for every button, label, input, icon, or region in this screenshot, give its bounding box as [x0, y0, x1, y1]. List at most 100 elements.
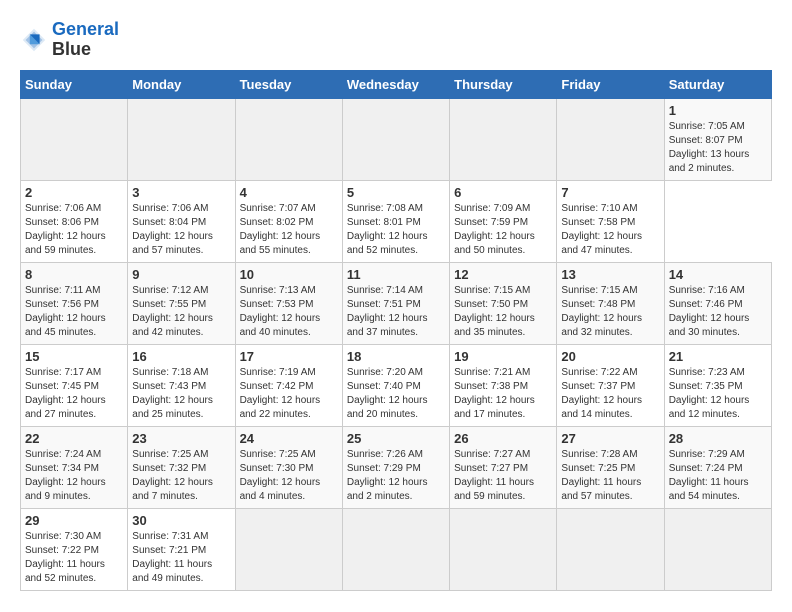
calendar-cell: 23 Sunrise: 7:25 AMSunset: 7:32 PMDayligh…	[128, 426, 235, 508]
day-number: 17	[240, 349, 338, 364]
day-number: 29	[25, 513, 123, 528]
day-number: 30	[132, 513, 230, 528]
calendar-cell: 5 Sunrise: 7:08 AMSunset: 8:01 PMDaylight…	[342, 180, 449, 262]
calendar-cell: 12 Sunrise: 7:15 AMSunset: 7:50 PMDayligh…	[450, 262, 557, 344]
calendar-cell: 10 Sunrise: 7:13 AMSunset: 7:53 PMDayligh…	[235, 262, 342, 344]
column-header-thursday: Thursday	[450, 70, 557, 98]
day-info: Sunrise: 7:19 AMSunset: 7:42 PMDaylight:…	[240, 366, 338, 422]
day-info: Sunrise: 7:31 AMSunset: 7:21 PMDaylight:…	[132, 530, 230, 586]
day-info: Sunrise: 7:12 AMSunset: 7:55 PMDaylight:…	[132, 284, 230, 340]
calendar-cell: 2 Sunrise: 7:06 AMSunset: 8:06 PMDaylight…	[21, 180, 128, 262]
day-number: 16	[132, 349, 230, 364]
calendar-cell	[450, 508, 557, 590]
calendar-cell	[557, 508, 664, 590]
calendar-cell: 30 Sunrise: 7:31 AMSunset: 7:21 PMDayligh…	[128, 508, 235, 590]
day-info: Sunrise: 7:23 AMSunset: 7:35 PMDaylight:…	[669, 366, 767, 422]
day-number: 15	[25, 349, 123, 364]
column-header-wednesday: Wednesday	[342, 70, 449, 98]
day-info: Sunrise: 7:28 AMSunset: 7:25 PMDaylight:…	[561, 448, 659, 504]
column-header-sunday: Sunday	[21, 70, 128, 98]
day-info: Sunrise: 7:08 AMSunset: 8:01 PMDaylight:…	[347, 202, 445, 258]
calendar-cell: 20Sunrise: 7:22 AMSunset: 7:37 PMDayligh…	[557, 344, 664, 426]
day-info: Sunrise: 7:20 AMSunset: 7:40 PMDaylight:…	[347, 366, 445, 422]
day-info: Sunrise: 7:06 AMSunset: 8:06 PMDaylight:…	[25, 202, 123, 258]
week-row-6: 29 Sunrise: 7:30 AMSunset: 7:22 PMDayligh…	[21, 508, 772, 590]
day-number: 27	[561, 431, 659, 446]
day-number: 20	[561, 349, 659, 364]
calendar-cell: 7 Sunrise: 7:10 AMSunset: 7:58 PMDaylight…	[557, 180, 664, 262]
day-info: Sunrise: 7:11 AMSunset: 7:56 PMDaylight:…	[25, 284, 123, 340]
day-number: 25	[347, 431, 445, 446]
calendar-cell: 27 Sunrise: 7:28 AMSunset: 7:25 PMDayligh…	[557, 426, 664, 508]
calendar-cell: 29 Sunrise: 7:30 AMSunset: 7:22 PMDayligh…	[21, 508, 128, 590]
day-info: Sunrise: 7:10 AMSunset: 7:58 PMDaylight:…	[561, 202, 659, 258]
day-number: 26	[454, 431, 552, 446]
calendar-cell	[128, 98, 235, 180]
day-info: Sunrise: 7:30 AMSunset: 7:22 PMDaylight:…	[25, 530, 123, 586]
day-number: 2	[25, 185, 123, 200]
calendar-cell	[450, 98, 557, 180]
calendar-cell: 13 Sunrise: 7:15 AMSunset: 7:48 PMDayligh…	[557, 262, 664, 344]
calendar-cell: 11Sunrise: 7:14 AMSunset: 7:51 PMDayligh…	[342, 262, 449, 344]
calendar-cell	[21, 98, 128, 180]
day-info: Sunrise: 7:13 AMSunset: 7:53 PMDaylight:…	[240, 284, 338, 340]
calendar-cell: 3Sunrise: 7:06 AMSunset: 8:04 PMDaylight…	[128, 180, 235, 262]
day-number: 12	[454, 267, 552, 282]
day-number: 4	[240, 185, 338, 200]
calendar-cell: 16 Sunrise: 7:18 AMSunset: 7:43 PMDayligh…	[128, 344, 235, 426]
calendar-cell	[664, 508, 771, 590]
week-row-5: 22 Sunrise: 7:24 AMSunset: 7:34 PMDayligh…	[21, 426, 772, 508]
day-info: Sunrise: 7:09 AMSunset: 7:59 PMDaylight:…	[454, 202, 552, 258]
day-info: Sunrise: 7:15 AMSunset: 7:50 PMDaylight:…	[454, 284, 552, 340]
calendar-cell	[235, 508, 342, 590]
day-number: 19	[454, 349, 552, 364]
logo: GeneralBlue	[20, 20, 119, 60]
week-row-4: 15 Sunrise: 7:17 AMSunset: 7:45 PMDayligh…	[21, 344, 772, 426]
calendar-cell: 17 Sunrise: 7:19 AMSunset: 7:42 PMDayligh…	[235, 344, 342, 426]
calendar-cell: 28Sunrise: 7:29 AMSunset: 7:24 PMDayligh…	[664, 426, 771, 508]
day-number: 24	[240, 431, 338, 446]
day-info: Sunrise: 7:17 AMSunset: 7:45 PMDaylight:…	[25, 366, 123, 422]
day-number: 22	[25, 431, 123, 446]
day-info: Sunrise: 7:05 AMSunset: 8:07 PMDaylight:…	[669, 120, 767, 176]
column-header-saturday: Saturday	[664, 70, 771, 98]
day-number: 9	[132, 267, 230, 282]
day-info: Sunrise: 7:27 AMSunset: 7:27 PMDaylight:…	[454, 448, 552, 504]
column-header-monday: Monday	[128, 70, 235, 98]
calendar-cell: 26 Sunrise: 7:27 AMSunset: 7:27 PMDayligh…	[450, 426, 557, 508]
day-info: Sunrise: 7:25 AMSunset: 7:30 PMDaylight:…	[240, 448, 338, 504]
day-number: 18	[347, 349, 445, 364]
week-row-3: 8 Sunrise: 7:11 AMSunset: 7:56 PMDaylight…	[21, 262, 772, 344]
calendar-cell	[342, 98, 449, 180]
day-info: Sunrise: 7:16 AMSunset: 7:46 PMDaylight:…	[669, 284, 767, 340]
column-header-tuesday: Tuesday	[235, 70, 342, 98]
day-number: 6	[454, 185, 552, 200]
day-number: 23	[132, 431, 230, 446]
day-number: 14	[669, 267, 767, 282]
calendar-cell	[235, 98, 342, 180]
general-blue-logo-icon	[20, 26, 48, 54]
calendar-cell: 6 Sunrise: 7:09 AMSunset: 7:59 PMDaylight…	[450, 180, 557, 262]
logo-text: GeneralBlue	[52, 20, 119, 60]
calendar-cell: 19 Sunrise: 7:21 AMSunset: 7:38 PMDayligh…	[450, 344, 557, 426]
calendar-cell: 22 Sunrise: 7:24 AMSunset: 7:34 PMDayligh…	[21, 426, 128, 508]
column-header-friday: Friday	[557, 70, 664, 98]
calendar-table: SundayMondayTuesdayWednesdayThursdayFrid…	[20, 70, 772, 591]
calendar-cell: 25Sunrise: 7:26 AMSunset: 7:29 PMDayligh…	[342, 426, 449, 508]
calendar-cell: 18 Sunrise: 7:20 AMSunset: 7:40 PMDayligh…	[342, 344, 449, 426]
day-number: 5	[347, 185, 445, 200]
day-info: Sunrise: 7:24 AMSunset: 7:34 PMDaylight:…	[25, 448, 123, 504]
day-number: 8	[25, 267, 123, 282]
day-info: Sunrise: 7:18 AMSunset: 7:43 PMDaylight:…	[132, 366, 230, 422]
day-info: Sunrise: 7:15 AMSunset: 7:48 PMDaylight:…	[561, 284, 659, 340]
day-number: 13	[561, 267, 659, 282]
day-number: 11	[347, 267, 445, 282]
calendar-cell	[342, 508, 449, 590]
day-info: Sunrise: 7:21 AMSunset: 7:38 PMDaylight:…	[454, 366, 552, 422]
day-number: 7	[561, 185, 659, 200]
header-row: SundayMondayTuesdayWednesdayThursdayFrid…	[21, 70, 772, 98]
day-number: 10	[240, 267, 338, 282]
calendar-cell: 14 Sunrise: 7:16 AMSunset: 7:46 PMDayligh…	[664, 262, 771, 344]
day-info: Sunrise: 7:25 AMSunset: 7:32 PMDaylight:…	[132, 448, 230, 504]
day-info: Sunrise: 7:06 AMSunset: 8:04 PMDaylight:…	[132, 202, 230, 258]
